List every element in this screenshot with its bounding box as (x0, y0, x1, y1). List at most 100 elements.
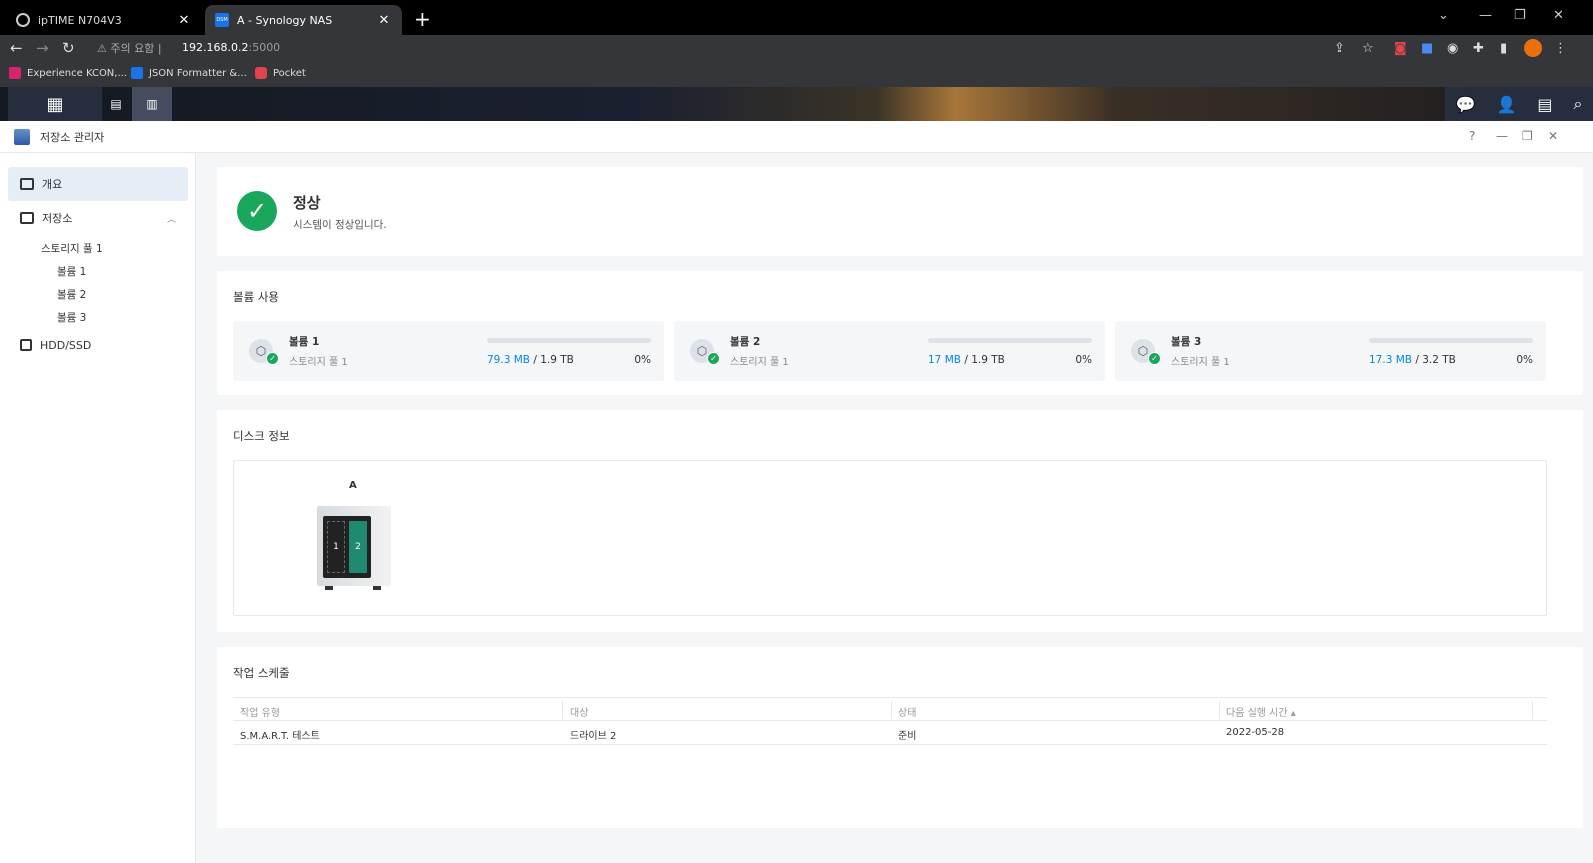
app-icon-control-panel[interactable]: ▤ (104, 87, 128, 121)
volume-tile[interactable]: ⬡ ✓ 볼륨 3 스토리지 풀 1 17.3 MB / 3.2 TB 0% (1115, 321, 1546, 381)
security-warning-text: 주의 요함 (110, 42, 155, 55)
nas-device[interactable]: 1 2 (317, 506, 391, 590)
volume-tile[interactable]: ⬡ ✓ 볼륨 2 스토리지 풀 1 17 MB / 1.9 TB 0% (674, 321, 1105, 381)
column-header-target[interactable]: 대상 (570, 704, 588, 719)
translate-extension-icon[interactable]: ■ (1421, 41, 1433, 56)
security-warning[interactable]: ⚠ 주의 요함 | (97, 40, 162, 56)
tab-title: A - Synology NAS (237, 13, 333, 27)
volume-pool: 스토리지 풀 1 (1171, 357, 1230, 368)
close-window-icon[interactable]: ✕ (1553, 8, 1564, 23)
main-menu-grid-icon[interactable]: ▦ (8, 87, 102, 121)
column-header-next-run[interactable]: 다음 실행 시간 ▴ (1226, 704, 1296, 719)
help-icon[interactable]: ? (1469, 129, 1475, 143)
nas-name: A (349, 480, 357, 491)
profile-avatar[interactable] (1524, 39, 1542, 57)
sidebar-item-volume-3[interactable]: 볼륨 3 (57, 310, 86, 325)
sidebar-item-storage[interactable]: 저장소 ︿ (8, 201, 188, 235)
volume-pool: 스토리지 풀 1 (289, 357, 348, 368)
nas-foot (325, 586, 333, 590)
storage-manager-icon (14, 128, 30, 145)
table-row[interactable]: S.M.A.R.T. 테스트 드라이브 2 준비 2022-05-28 (233, 721, 1547, 745)
maximize-window-icon[interactable]: ❐ (1522, 129, 1533, 143)
disk-diagram: A 1 2 (233, 460, 1547, 616)
nas-foot (373, 586, 381, 590)
column-header-status[interactable]: 상태 (898, 704, 916, 719)
menu-dots-icon[interactable]: ⋮ (1554, 41, 1567, 56)
drive-bay-1[interactable]: 1 (327, 521, 345, 573)
browser-tab-iptime[interactable]: ipTIME N704V3 ✕ (6, 5, 202, 35)
cell-task-type: S.M.A.R.T. 테스트 (240, 731, 320, 742)
column-header-task-type[interactable]: 작업 유형 (240, 704, 280, 719)
volume-pool: 스토리지 풀 1 (730, 357, 789, 368)
drive-bay-2[interactable]: 2 (349, 521, 367, 573)
total-size: / 1.9 TB (964, 354, 1005, 366)
chevron-up-icon[interactable]: ︿ (167, 212, 176, 225)
usage-percent: 0% (1075, 354, 1092, 366)
used-size: 17 MB (928, 354, 961, 366)
volume-name: 볼륨 1 (289, 336, 320, 348)
bookmark-label: Pocket (273, 67, 306, 79)
search-icon[interactable]: ⌕ (1574, 94, 1583, 114)
volume-tile[interactable]: ⬡ ✓ 볼륨 1 스토리지 풀 1 79.3 MB / 1.9 TB 0% (233, 321, 664, 381)
storage-manager-window: 저장소 관리자 ? — ❐ ✕ 개요 저장소 ︿ 스토리지 풀 1 볼륨 1 볼… (0, 121, 1593, 863)
sidebar-item-label: 저장소 (42, 212, 73, 225)
table-header: 작업 유형 대상 상태 다음 실행 시간 ▴ (233, 697, 1547, 721)
volume-usage: 79.3 MB / 1.9 TB (487, 354, 574, 366)
sidebar-item-label: HDD/SSD (40, 338, 92, 352)
address-bar: ← → ↻ ⚠ 주의 요함 | 192.168.0.2:5000 ⇪ ☆ ◙ ■… (0, 35, 1593, 62)
widgets-icon[interactable]: ▤ (1537, 95, 1552, 114)
used-size: 79.3 MB (487, 354, 530, 366)
checkbox-icon (131, 67, 143, 79)
user-icon[interactable]: 👤 (1496, 95, 1516, 114)
healthy-check-icon: ✓ (1148, 352, 1161, 365)
pocket-icon (255, 67, 267, 79)
section-title: 볼륨 사용 (233, 290, 279, 304)
usage-bar (1369, 338, 1533, 343)
sidebar-item-pool[interactable]: 스토리지 풀 1 (41, 241, 103, 256)
disk-icon (20, 339, 32, 351)
sidebar-item-volume-2[interactable]: 볼륨 2 (57, 287, 86, 302)
side-panel-icon[interactable]: ▮ (1500, 41, 1507, 56)
close-tab-icon[interactable]: ✕ (376, 13, 392, 28)
share-icon[interactable]: ⇪ (1334, 41, 1345, 56)
tab-title: ipTIME N704V3 (38, 13, 122, 27)
minimize-icon[interactable]: — (1479, 8, 1492, 23)
status-subtitle: 시스템이 정상입니다. (293, 219, 387, 231)
bookmark-star-icon[interactable]: ☆ (1362, 41, 1374, 56)
pocket-extension-icon[interactable]: ◙ (1394, 41, 1407, 56)
column-divider (562, 701, 563, 719)
new-tab-button[interactable]: + (414, 7, 431, 31)
dsm-taskbar: ▦ ▤ ▥ 💬 👤 ▤ ⌕ (0, 87, 1593, 121)
restore-icon[interactable]: ❐ (1514, 8, 1526, 23)
usage-percent: 0% (634, 354, 651, 366)
reload-icon[interactable]: ↻ (62, 39, 75, 57)
close-window-icon[interactable]: ✕ (1548, 129, 1558, 143)
sidebar-item-overview[interactable]: 개요 (8, 167, 188, 201)
forward-icon[interactable]: → (36, 39, 49, 57)
kcon-icon (9, 67, 21, 79)
close-tab-icon[interactable]: ✕ (176, 13, 192, 28)
usage-bar (487, 338, 651, 343)
disk-info-card: 디스크 정보 A 1 2 (217, 410, 1583, 632)
back-icon[interactable]: ← (10, 39, 23, 57)
app-icon-storage-manager[interactable]: ▥ (132, 87, 172, 121)
sidebar-item-volume-1[interactable]: 볼륨 1 (57, 264, 86, 279)
chat-icon[interactable]: 💬 (1456, 95, 1476, 114)
url-port: :5000 (248, 41, 281, 54)
minimize-window-icon[interactable]: — (1496, 129, 1508, 143)
globe-icon (16, 13, 30, 27)
column-divider (1219, 701, 1220, 719)
volume-name: 볼륨 2 (730, 336, 761, 348)
browser-tab-synology[interactable]: DSM A - Synology NAS ✕ (205, 5, 402, 35)
sidebar-item-hdd-ssd[interactable]: HDD/SSD (8, 328, 188, 362)
volume-usage: 17 MB / 1.9 TB (928, 354, 1005, 366)
extension-icon[interactable]: ◉ (1447, 41, 1458, 56)
bookmark-kcon[interactable]: Experience KCON,... (9, 67, 127, 79)
bookmark-json-formatter[interactable]: JSON Formatter &... (131, 67, 247, 79)
nas-front-panel: 1 2 (323, 516, 371, 578)
url-field[interactable]: 192.168.0.2:5000 (182, 41, 280, 54)
bookmark-pocket[interactable]: Pocket (255, 67, 306, 79)
total-size: / 3.2 TB (1415, 354, 1456, 366)
tab-search-icon[interactable]: ⌄ (1438, 8, 1449, 23)
puzzle-extensions-icon[interactable]: ✚ (1473, 41, 1484, 56)
